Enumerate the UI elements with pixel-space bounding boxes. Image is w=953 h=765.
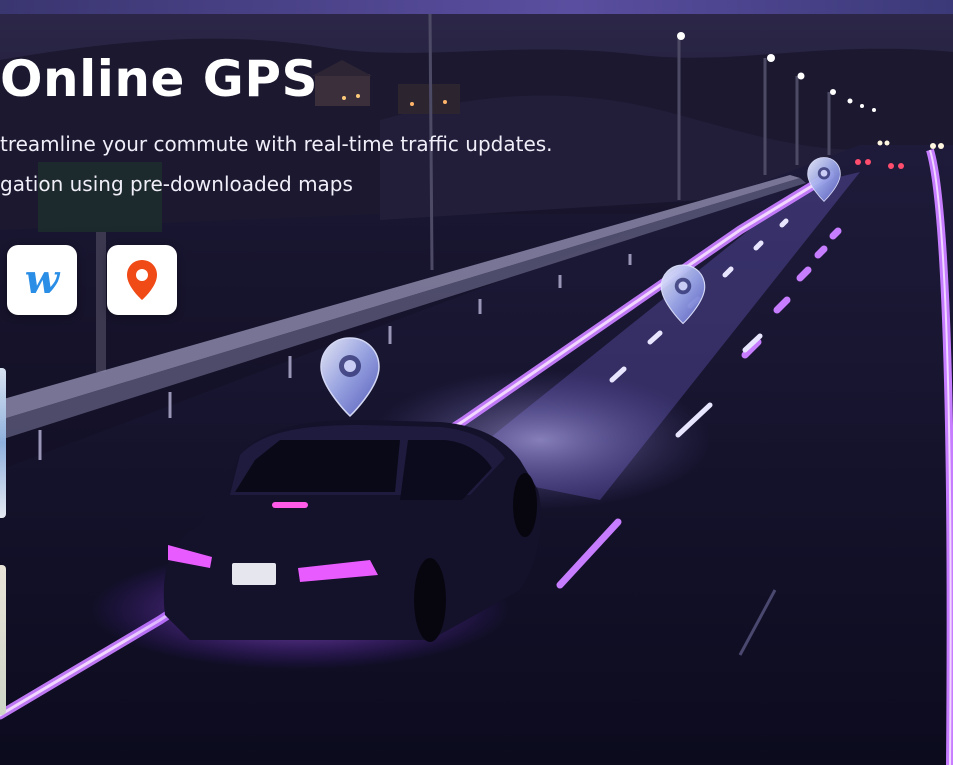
phone-screen-edge bbox=[0, 565, 6, 715]
waze-app-icon[interactable]: w bbox=[7, 245, 77, 315]
feature-text-offline: gation using pre-downloaded maps bbox=[0, 172, 353, 196]
waze-icon: w bbox=[24, 256, 60, 303]
map-pin-icon bbox=[320, 337, 380, 418]
map-pin-icon bbox=[807, 157, 841, 202]
location-pin-icon bbox=[127, 260, 157, 300]
maps-app-icon[interactable] bbox=[107, 245, 177, 315]
night-highway-scene bbox=[0, 13, 953, 765]
page-title: Online GPS bbox=[0, 50, 318, 108]
feature-text-traffic: treamline your commute with real-time tr… bbox=[0, 132, 553, 156]
map-pin-icon bbox=[660, 264, 706, 325]
phone-screen-edge bbox=[0, 368, 6, 518]
hero-banner: Online GPS treamline your commute with r… bbox=[0, 0, 953, 765]
top-bar bbox=[0, 0, 953, 14]
